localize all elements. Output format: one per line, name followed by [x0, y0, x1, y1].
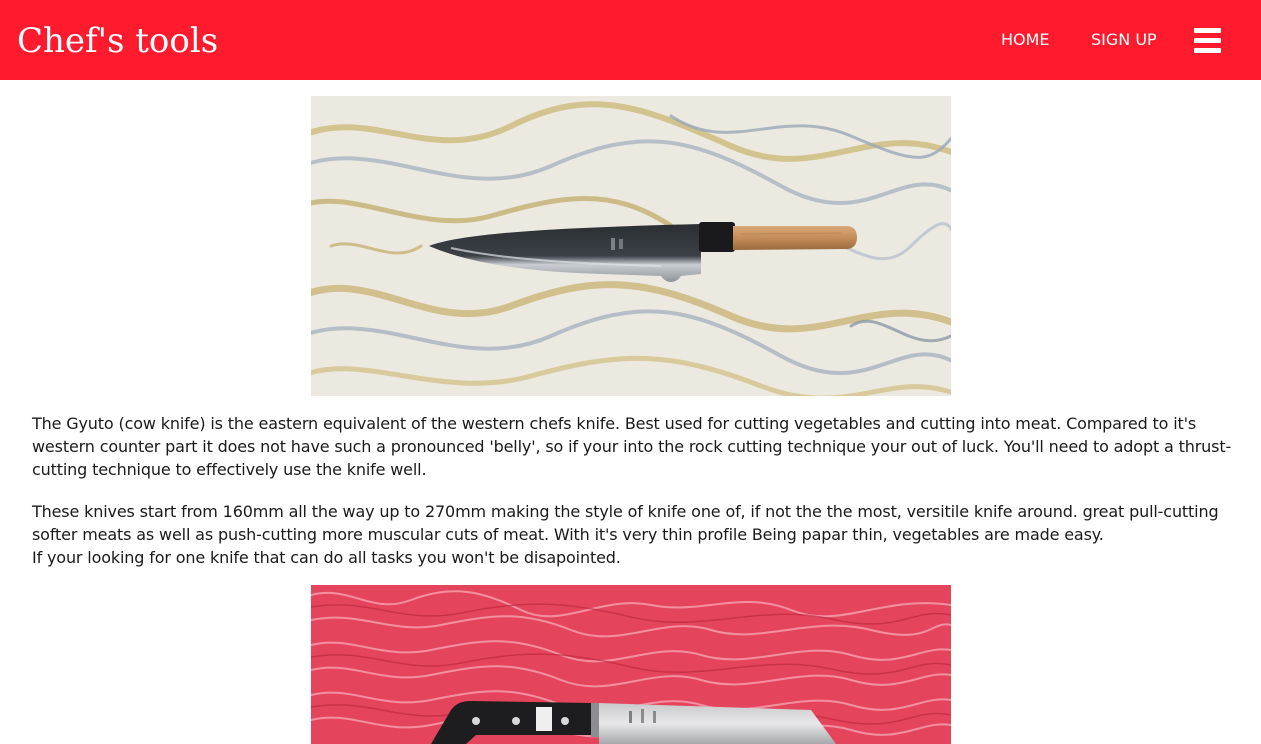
gyuto-recommendation-text: If your looking for one knife that can d… — [32, 548, 621, 567]
hamburger-menu-icon[interactable] — [1194, 28, 1221, 53]
nav-home-link[interactable]: HOME — [1001, 29, 1050, 51]
gyuto-knife-image — [311, 96, 951, 396]
gyuto-sizes-paragraph: These knives start from 160mm all the wa… — [32, 500, 1237, 569]
site-title[interactable]: Chef's tools — [17, 19, 218, 63]
nav-signup-link[interactable]: SIGN UP — [1091, 29, 1157, 51]
santoku-knife-image — [311, 585, 951, 744]
gyuto-sizes-text: These knives start from 160mm all the wa… — [32, 502, 1219, 544]
top-navbar: Chef's tools HOME SIGN UP — [0, 0, 1261, 80]
gyuto-description-paragraph: The Gyuto (cow knife) is the eastern equ… — [32, 414, 1232, 479]
